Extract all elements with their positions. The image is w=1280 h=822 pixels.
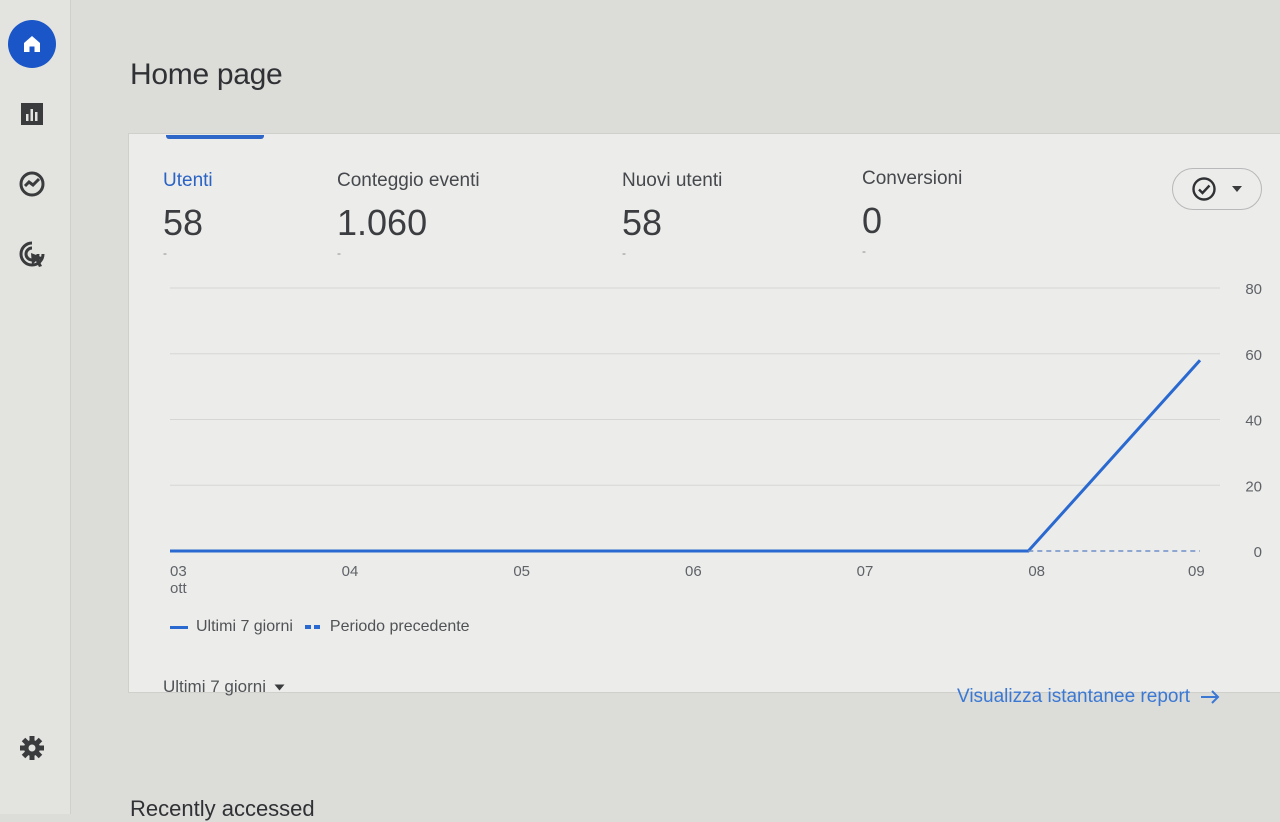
x-tick-label: 04 xyxy=(342,563,359,580)
x-tick-label: 06 xyxy=(685,563,702,580)
y-tick-label: 20 xyxy=(1245,478,1262,495)
legend-swatch-current xyxy=(170,625,188,629)
legend-label-current: Ultimi 7 giorni xyxy=(196,618,293,635)
y-tick-label: 40 xyxy=(1245,413,1262,430)
date-range-label: Ultimi 7 giorni xyxy=(163,677,266,696)
chart-legend: Ultimi 7 giorni Periodo precedente xyxy=(170,618,470,636)
recently-accessed-title: Recently accessed xyxy=(130,796,315,821)
arrow-right-icon xyxy=(1201,690,1220,704)
x-tick-label: 08 xyxy=(1028,563,1045,580)
caret-down-icon xyxy=(274,684,285,690)
y-tick-label: 0 xyxy=(1254,544,1262,561)
x-tick-label: 05 xyxy=(513,563,530,580)
series-line-current xyxy=(170,359,1202,553)
x-tick-label: 07 xyxy=(857,563,874,580)
legend-swatch-previous xyxy=(304,625,320,629)
y-tick-label: 80 xyxy=(1245,281,1262,298)
date-range-dropdown[interactable]: Ultimi 7 giorni xyxy=(163,677,285,697)
x-tick-sublabel: ott xyxy=(170,580,188,597)
y-tick-label: 60 xyxy=(1245,347,1262,364)
x-tick-label: 03 xyxy=(170,563,187,580)
snapshot-link-label: Visualizza istantanee report xyxy=(957,686,1191,707)
legend-label-previous: Periodo precedente xyxy=(329,618,470,635)
view-report-snapshot-link[interactable]: Visualizza istantanee report xyxy=(957,686,1220,708)
x-tick-label: 09 xyxy=(1188,563,1205,580)
